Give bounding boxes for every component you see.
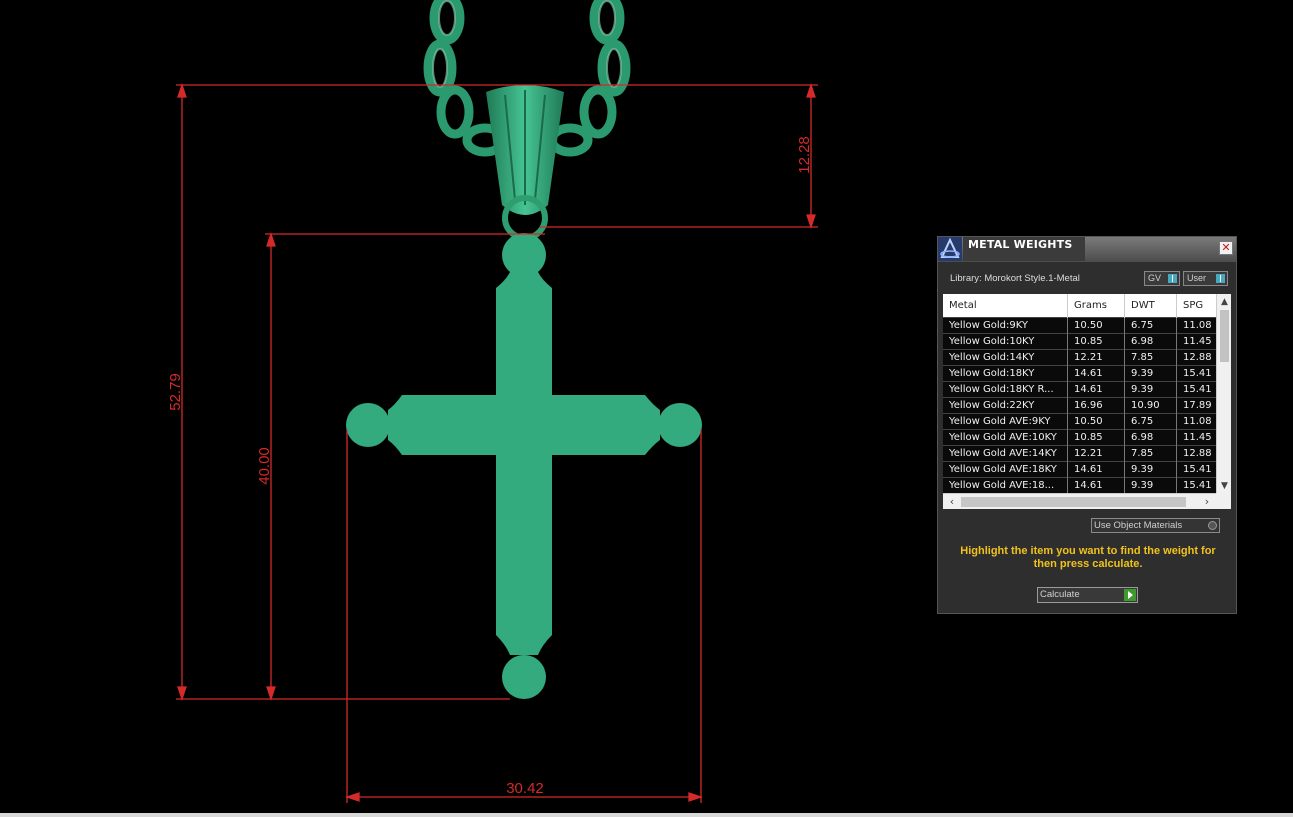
dwt-cell: 9.39 [1124,381,1177,398]
scroll-down-icon[interactable]: ▼ [1217,479,1231,493]
vertical-scrollbar[interactable]: ▲ ▼ [1216,294,1231,493]
dimension-cross-height: 40.00 [256,447,273,485]
unit-gv-label: GV [1148,273,1162,283]
toggle-knob-icon [1216,274,1225,283]
dimension-bail-height: 12.28 [796,136,813,174]
table-row[interactable]: Yellow Gold AVE:18... 14.61 9.39 15.41 [943,477,1224,493]
table-row[interactable]: Yellow Gold:14KY 12.21 7.85 12.88 [943,349,1224,366]
metal-name-cell: Yellow Gold:22KY [943,397,1068,414]
library-label: Library: Morokort Style.1-Metal [950,273,1080,284]
dwt-cell: 6.75 [1124,317,1177,334]
metal-name-cell: Yellow Gold AVE:18KY [943,461,1068,478]
metal-name-cell: Yellow Gold AVE:10KY [943,429,1068,446]
metal-name-cell: Yellow Gold:9KY [943,317,1068,334]
close-icon[interactable]: ✕ [1219,241,1233,255]
dwt-cell: 10.90 [1124,397,1177,414]
table-row[interactable]: Yellow Gold AVE:9KY 10.50 6.75 11.08 [943,413,1224,430]
viewport-bottom-border [0,813,1293,817]
dwt-cell: 7.85 [1124,349,1177,366]
dwt-cell: 9.39 [1124,365,1177,382]
scroll-right-icon[interactable]: › [1200,494,1214,509]
metal-name-cell: Yellow Gold:18KY R... [943,381,1068,398]
grams-cell: 12.21 [1067,445,1125,462]
metal-weights-panel[interactable]: METAL WEIGHTS ✕ Library: Morokort Style.… [937,236,1237,614]
table-row[interactable]: Yellow Gold:10KY 10.85 6.98 11.45 [943,333,1224,350]
table-row[interactable]: Yellow Gold AVE:14KY 12.21 7.85 12.88 [943,445,1224,462]
grams-cell: 12.21 [1067,349,1125,366]
dwt-cell: 7.85 [1124,445,1177,462]
table-row[interactable]: Yellow Gold AVE:18KY 14.61 9.39 15.41 [943,461,1224,478]
column-header-grams[interactable]: Grams [1067,294,1125,318]
grams-cell: 10.85 [1067,429,1125,446]
panel-title: METAL WEIGHTS [968,238,1073,251]
grams-cell: 10.50 [1067,317,1125,334]
table-header-row: Metal Grams DWT SPG [943,294,1224,318]
table-body: Yellow Gold:9KY 10.50 6.75 11.08 Yellow Gold… [943,317,1224,493]
bail[interactable] [486,85,564,241]
toggle-knob-icon [1168,274,1177,283]
app-logo-icon [938,237,962,261]
metal-name-cell: Yellow Gold:10KY [943,333,1068,350]
dimension-total-height: 52.79 [167,373,184,411]
scroll-up-icon[interactable]: ▲ [1217,295,1231,309]
radio-icon [1208,521,1217,530]
metal-name-cell: Yellow Gold AVE:9KY [943,413,1068,430]
metal-weights-table[interactable]: Metal Grams DWT SPG Yellow Gold:9KY 10.50… [943,294,1231,509]
cross-pendant[interactable] [346,233,702,699]
horizontal-scroll-thumb[interactable] [961,497,1186,507]
table-row[interactable]: Yellow Gold:22KY 16.96 10.90 17.89 [943,397,1224,414]
grams-cell: 14.61 [1067,381,1125,398]
grams-cell: 14.61 [1067,461,1125,478]
metal-name-cell: Yellow Gold AVE:14KY [943,445,1068,462]
calculate-label: Calculate [1040,589,1080,600]
column-header-dwt[interactable]: DWT [1124,294,1177,318]
play-arrow-icon [1124,589,1136,601]
unit-user-toggle[interactable]: User [1183,271,1228,286]
grams-cell: 14.61 [1067,477,1125,493]
instruction-text: Highlight the item you want to find the … [960,545,1216,570]
dwt-cell: 9.39 [1124,461,1177,478]
table-row[interactable]: Yellow Gold:18KY 14.61 9.39 15.41 [943,365,1224,382]
grams-cell: 10.50 [1067,413,1125,430]
unit-gv-toggle[interactable]: GV [1144,271,1180,286]
metal-name-cell: Yellow Gold:14KY [943,349,1068,366]
scroll-left-icon[interactable]: ‹ [945,494,959,509]
column-header-metal[interactable]: Metal [943,294,1068,318]
scrollbar-corner [1216,493,1231,509]
metal-name-cell: Yellow Gold AVE:18... [943,477,1068,493]
grams-cell: 14.61 [1067,365,1125,382]
table-row[interactable]: Yellow Gold AVE:10KY 10.85 6.98 11.45 [943,429,1224,446]
dwt-cell: 6.98 [1124,333,1177,350]
table-row[interactable]: Yellow Gold:9KY 10.50 6.75 11.08 [943,317,1224,334]
dimension-cross-width: 30.42 [506,780,544,797]
use-object-materials-toggle[interactable]: Use Object Materials [1091,518,1220,533]
dwt-cell: 9.39 [1124,477,1177,493]
metal-name-cell: Yellow Gold:18KY [943,365,1068,382]
grams-cell: 10.85 [1067,333,1125,350]
horizontal-scrollbar[interactable]: ‹ › [943,493,1216,509]
use-object-materials-label: Use Object Materials [1094,520,1183,531]
table-row[interactable]: Yellow Gold:18KY R... 14.61 9.39 15.41 [943,381,1224,398]
dwt-cell: 6.75 [1124,413,1177,430]
unit-user-label: User [1187,273,1207,283]
grams-cell: 16.96 [1067,397,1125,414]
panel-title-bar[interactable]: METAL WEIGHTS ✕ [938,237,1236,262]
calculate-button[interactable]: Calculate [1037,587,1138,603]
vertical-scroll-thumb[interactable] [1220,310,1229,362]
dwt-cell: 6.98 [1124,429,1177,446]
